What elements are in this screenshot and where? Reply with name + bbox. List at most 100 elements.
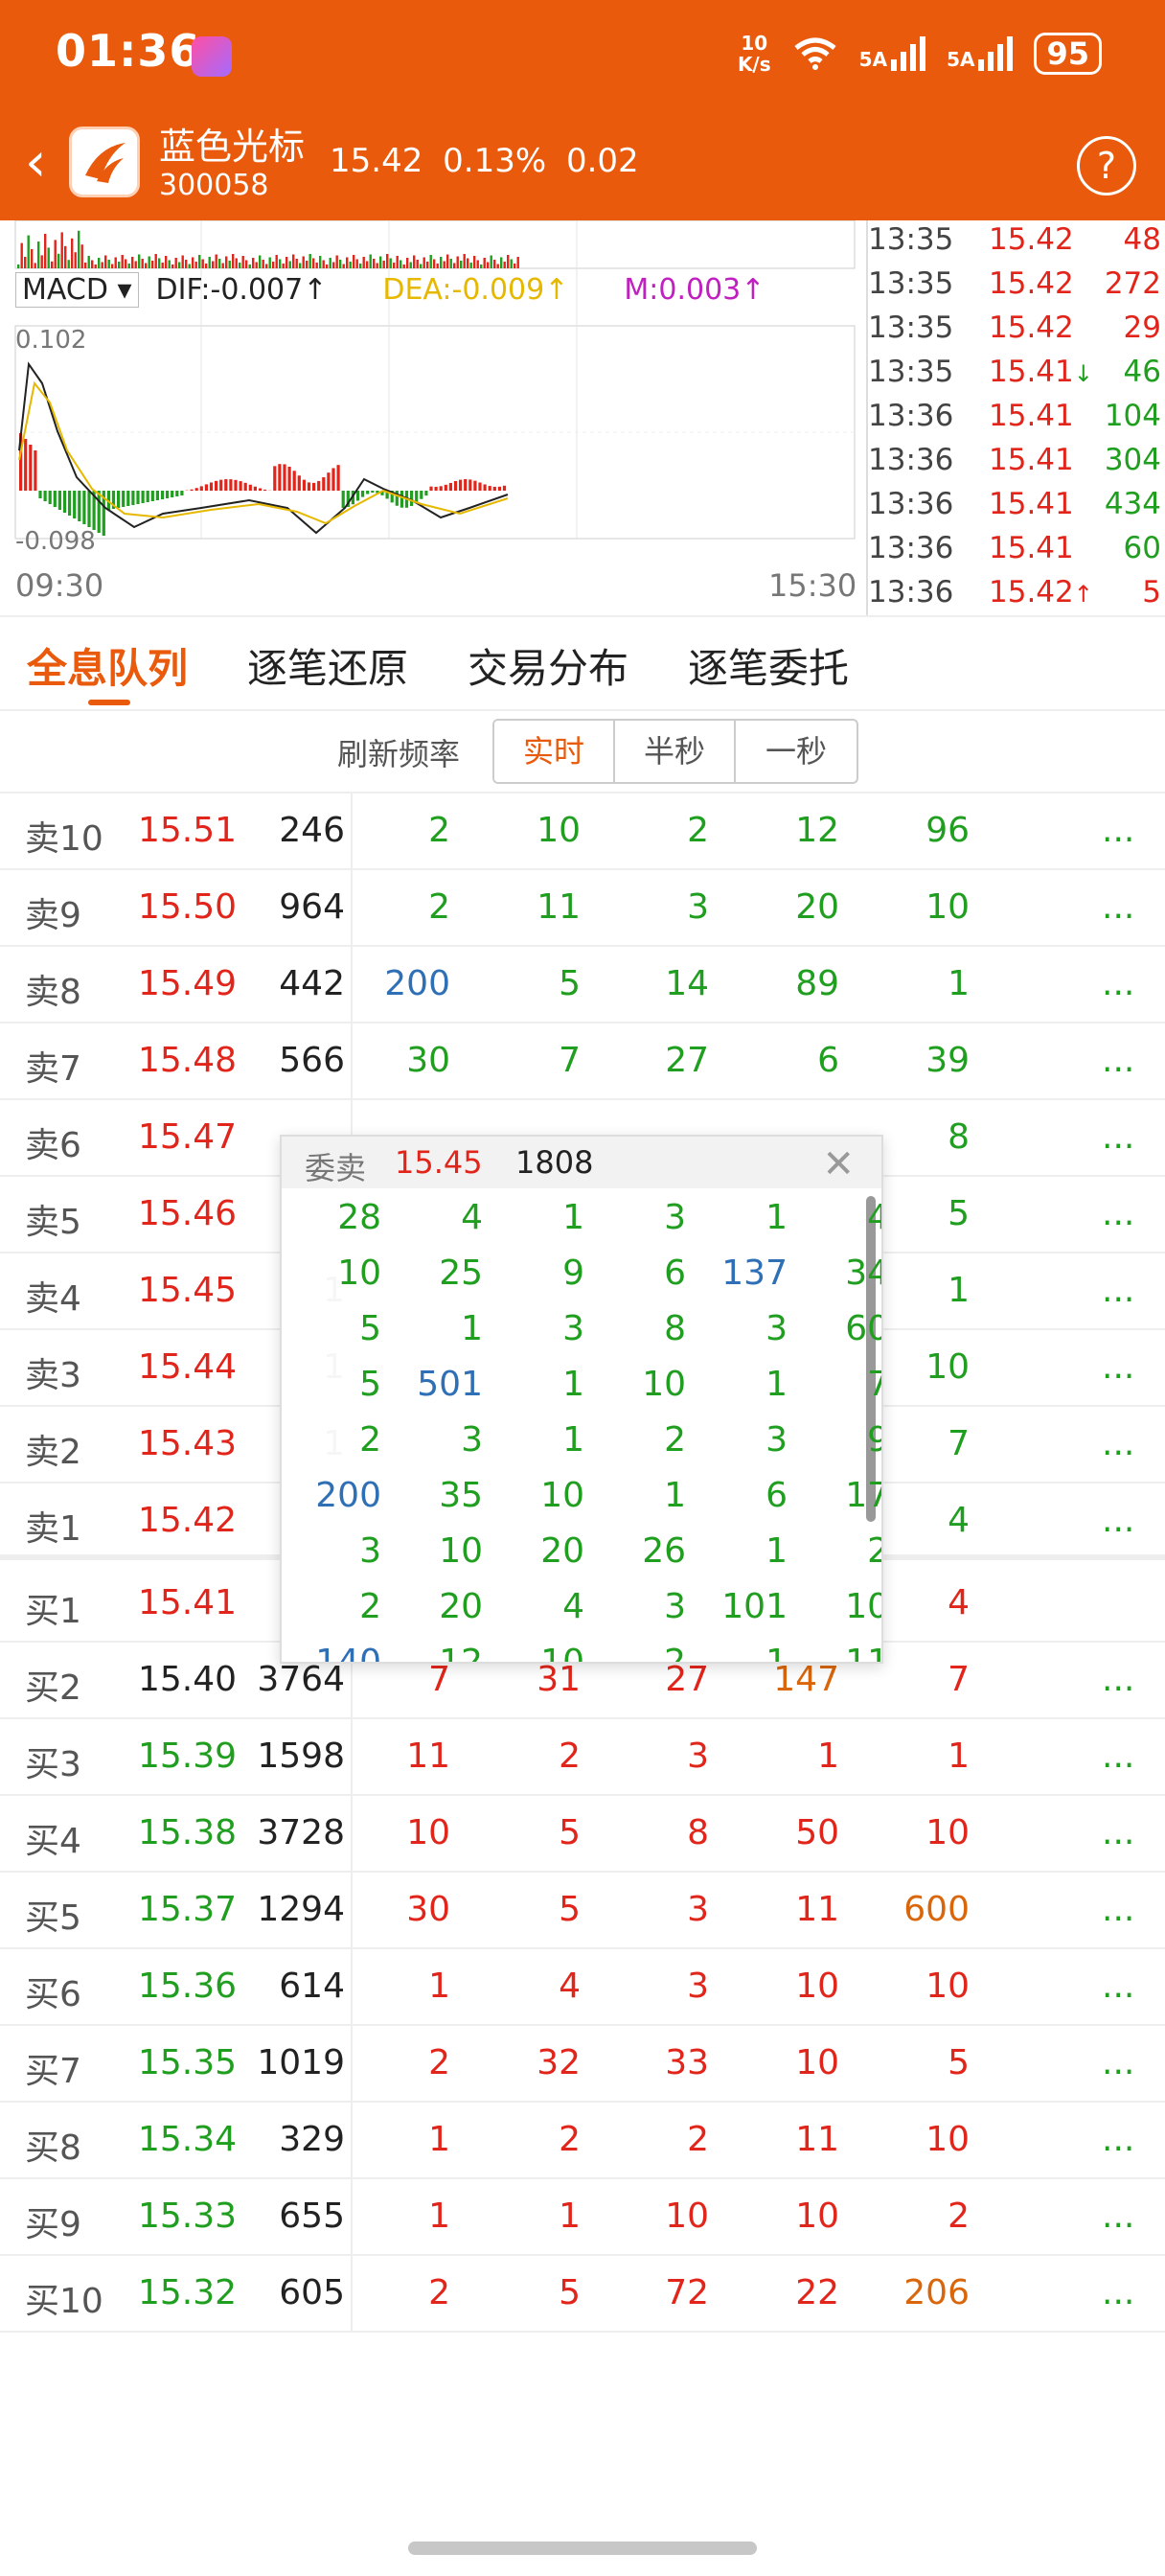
- more-button[interactable]: ...: [1102, 1966, 1134, 2006]
- volume-bar: [493, 260, 496, 268]
- more-button[interactable]: ...: [1102, 1117, 1134, 1157]
- popup-scrollbar[interactable]: [866, 1196, 876, 1522]
- more-button[interactable]: ...: [1102, 1736, 1134, 1776]
- queue-cell: 3: [687, 1736, 709, 1776]
- level-label: 买2: [25, 1668, 81, 1708]
- queue-cell: 96: [925, 811, 970, 850]
- volume-bar: [355, 259, 358, 268]
- more-button[interactable]: ...: [1102, 964, 1134, 1003]
- more-button[interactable]: ...: [1102, 1041, 1134, 1080]
- tab-tick-orders[interactable]: 逐笔委托: [688, 636, 849, 695]
- popup-queue-cell: 34: [845, 1254, 881, 1293]
- ask-row-9[interactable]: 卖9 15.50 964 2 11 3 20 10...: [0, 870, 1165, 947]
- volume-bar: [205, 264, 208, 268]
- popup-queue-cell: 137: [721, 1254, 788, 1293]
- more-button[interactable]: ...: [1102, 2043, 1134, 2082]
- bid-row-10[interactable]: 买10 15.32 605 2 5 72 22 206...: [0, 2256, 1165, 2333]
- more-button[interactable]: ...: [1102, 1347, 1134, 1387]
- bid-row-8[interactable]: 买8 15.34 329 1 2 2 11 10...: [0, 2103, 1165, 2179]
- back-chevron-icon[interactable]: ‹: [25, 136, 46, 190]
- tab-full-queue[interactable]: 全息队列: [27, 636, 188, 695]
- popup-queue-cell: 26: [642, 1531, 686, 1571]
- help-button[interactable]: ?: [1077, 136, 1136, 196]
- volume-bar: [154, 254, 157, 268]
- ask-row-10[interactable]: 卖10 15.51 246 2 10 2 12 96...: [0, 794, 1165, 870]
- home-indicator[interactable]: [408, 2542, 757, 2555]
- bid-row-6[interactable]: 买6 15.36 614 1 4 3 10 10...: [0, 1949, 1165, 2026]
- tick-volume: 104: [1104, 399, 1161, 433]
- level-price: 15.49: [138, 964, 238, 1003]
- level-volume: 605: [279, 2273, 345, 2312]
- volume-bar: [141, 259, 144, 268]
- volume-bar: [185, 260, 188, 268]
- signal-bars-icon: [978, 36, 1014, 71]
- level-price: 15.33: [138, 2196, 238, 2236]
- more-button[interactable]: ...: [1102, 1890, 1134, 1929]
- popup-queue-cell: 10: [642, 1365, 686, 1404]
- tick-list[interactable]: 13:35 15.42 48 13:35 15.42 272 13:35 15.42 29 13:…: [866, 220, 1165, 615]
- tab-trade-distribution[interactable]: 交易分布: [468, 636, 628, 695]
- queue-cell: 1: [428, 2196, 450, 2236]
- volume-bar: [17, 264, 20, 268]
- level-price: 15.51: [138, 811, 238, 850]
- more-button[interactable]: ...: [1102, 1194, 1134, 1233]
- queue-cell: 2: [428, 2043, 450, 2082]
- more-button[interactable]: ...: [1102, 2120, 1134, 2159]
- volume-bar: [288, 261, 291, 268]
- tick-volume: 48: [1123, 222, 1161, 257]
- queue-cell: 2: [687, 2120, 709, 2159]
- volume-bar: [443, 261, 445, 268]
- tick-volume: 5: [1142, 575, 1161, 610]
- level-price: 15.43: [138, 1424, 238, 1463]
- volume-bar: [80, 244, 83, 268]
- more-button[interactable]: ...: [1102, 1813, 1134, 1852]
- refresh-option-one-second[interactable]: 一秒: [736, 721, 857, 782]
- level-label: 卖3: [25, 1356, 81, 1395]
- more-button[interactable]: ...: [1102, 1660, 1134, 1699]
- ask-row-8[interactable]: 卖8 15.49 442 200 5 14 89 1...: [0, 947, 1165, 1024]
- popup-queue-cell: 2: [664, 1420, 686, 1460]
- tab-tick-restore[interactable]: 逐笔还原: [247, 636, 408, 695]
- level-price: 15.37: [138, 1890, 238, 1929]
- bid-row-9[interactable]: 买9 15.33 655 1 1 10 10 2...: [0, 2179, 1165, 2256]
- more-button[interactable]: ...: [1102, 811, 1134, 850]
- macd-bar: [239, 481, 242, 491]
- stock-code: 300058: [159, 169, 269, 202]
- popup-queue-cell: 10: [337, 1254, 381, 1293]
- macd-bar: [224, 479, 228, 491]
- more-button[interactable]: ...: [1102, 1424, 1134, 1463]
- indicator-select[interactable]: MACD ▾: [15, 271, 139, 308]
- more-button[interactable]: ...: [1102, 2196, 1134, 2236]
- popup-queue-cell: 20: [540, 1531, 584, 1571]
- refresh-option-realtime[interactable]: 实时: [494, 721, 615, 782]
- level-price: 15.44: [138, 1347, 238, 1387]
- more-button[interactable]: ...: [1102, 1501, 1134, 1540]
- volume-bar: [127, 264, 130, 268]
- volume-bar: [476, 260, 479, 268]
- popup-queue-cell: 1: [765, 1365, 788, 1404]
- bid-row-4[interactable]: 买4 15.38 3728 10 5 8 50 10...: [0, 1796, 1165, 1873]
- popup-header: 委卖 15.45 1808 ✕: [282, 1137, 881, 1188]
- level-label: 卖6: [25, 1126, 81, 1165]
- ask-row-7[interactable]: 卖7 15.48 566 30 7 27 6 39...: [0, 1024, 1165, 1100]
- close-icon[interactable]: ✕: [822, 1142, 855, 1186]
- tick-volume: 60: [1123, 531, 1161, 565]
- refresh-option-half-second[interactable]: 半秒: [615, 721, 736, 782]
- time-end-label: 15:30: [768, 567, 857, 604]
- more-button[interactable]: ...: [1102, 2273, 1134, 2312]
- macd-bar: [468, 479, 472, 491]
- bid-row-3[interactable]: 买3 15.39 1598 11 2 3 1 1...: [0, 1719, 1165, 1796]
- volume-bar: [426, 262, 429, 268]
- tick-row: 13:35 15.42 48: [868, 222, 1165, 266]
- macd-bar: [444, 484, 447, 491]
- bid-row-7[interactable]: 买7 15.35 1019 2 32 33 10 5...: [0, 2026, 1165, 2103]
- more-button[interactable]: ...: [1102, 1271, 1134, 1310]
- bid-row-5[interactable]: 买5 15.37 1294 30 5 3 11 600...: [0, 1873, 1165, 1949]
- macd-chart: MACD ▾ DIF:-0.007↑ DEA:-0.009↑ M:0.003↑ …: [0, 219, 862, 615]
- volume-bar: [228, 261, 231, 268]
- more-button[interactable]: ...: [1102, 887, 1134, 927]
- macd-bar: [29, 445, 33, 491]
- macd-bar: [497, 486, 501, 491]
- volume-bar: [480, 264, 483, 268]
- queue-cell: 12: [795, 811, 839, 850]
